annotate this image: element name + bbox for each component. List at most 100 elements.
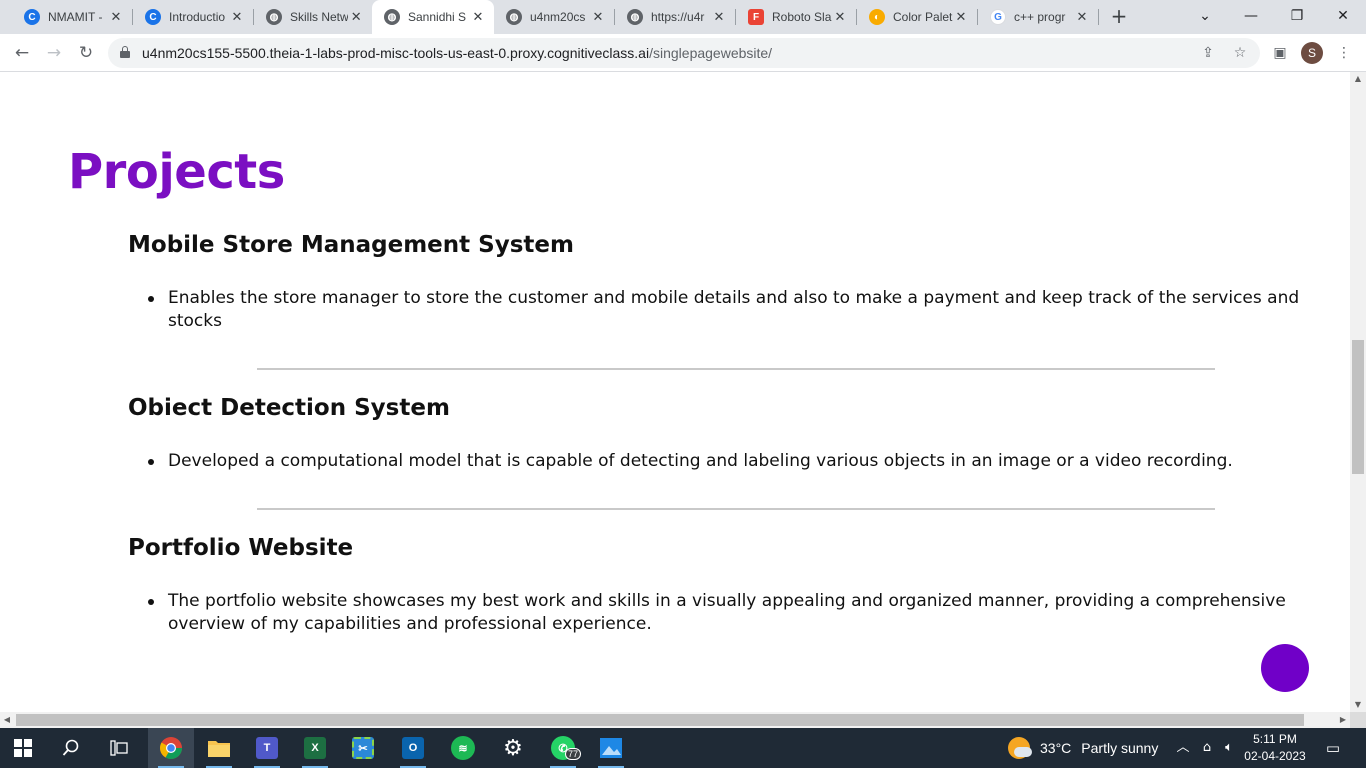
scroll-right-arrow-icon[interactable]: ▶ [1336, 712, 1350, 728]
section-divider [257, 368, 1215, 370]
minimize-button[interactable]: — [1228, 0, 1274, 34]
tab-close-icon[interactable]: ✕ [108, 9, 124, 25]
tab-close-icon[interactable]: ✕ [229, 9, 245, 25]
menu-kebab-icon[interactable]: ⋮ [1334, 43, 1354, 63]
taskbar-chrome[interactable] [148, 728, 194, 768]
url-text[interactable]: u4nm20cs155-5500.theia-1-labs-prod-misc-… [142, 45, 772, 61]
tab-sannidhi-active[interactable]: ◍ Sannidhi S ✕ [372, 0, 494, 34]
taskbar-teams[interactable]: T [244, 728, 290, 768]
tab-strip: C NMAMIT - ✕ C Introductio ✕ ◍ Skills Ne… [0, 0, 1366, 34]
folder-icon [208, 741, 230, 757]
floating-action-button[interactable] [1261, 644, 1309, 692]
windows-taskbar: T X ✂ O ≋ ⚙ ✆ 77 33°C Partly sunny ︿ ⌂ 🔈… [0, 728, 1366, 768]
tab-search-chevron-icon[interactable]: ⌄ [1182, 0, 1228, 34]
tab-close-icon[interactable]: ✕ [1074, 9, 1090, 25]
taskbar-whatsapp[interactable]: ✆ 77 [540, 728, 586, 768]
search-button[interactable] [48, 728, 94, 768]
taskbar-settings[interactable]: ⚙ [490, 728, 536, 768]
scroll-up-arrow-icon[interactable]: ▲ [1350, 72, 1366, 86]
project-description-text: The portfolio website showcases my best … [168, 591, 1286, 634]
tab-close-icon[interactable]: ✕ [470, 9, 486, 25]
tab-label: Color Palet [893, 10, 953, 24]
share-icon[interactable]: ⇪ [1198, 43, 1218, 63]
side-panel-icon[interactable]: ▣ [1270, 43, 1290, 63]
new-tab-button[interactable]: + [1108, 5, 1130, 27]
project-title: Portfolio Website [128, 535, 354, 561]
tab-close-icon[interactable]: ✕ [953, 9, 969, 25]
system-clock[interactable]: 5:11 PM 02-04-2023 [1240, 731, 1310, 765]
settings-gear-icon: ⚙ [503, 735, 523, 761]
horizontal-scroll-thumb[interactable] [16, 714, 1304, 726]
project-title: Obiect Detection System [128, 395, 450, 421]
tab-introduction[interactable]: C Introductio ✕ [133, 0, 253, 34]
outlook-icon: O [402, 737, 424, 759]
forward-button[interactable]: → [40, 39, 68, 67]
tab-label: Sannidhi S [408, 10, 467, 24]
restore-button[interactable]: ❐ [1274, 0, 1320, 34]
taskbar-snipping-tool[interactable]: ✂ [340, 728, 386, 768]
taskbar-photos[interactable] [588, 728, 634, 768]
tab-color-palette[interactable]: ◐ Color Palet ✕ [857, 0, 977, 34]
volume-icon[interactable]: 🔈︎ [1220, 738, 1238, 758]
weather-widget[interactable]: 33°C Partly sunny [1008, 728, 1158, 768]
bullet-icon [148, 459, 154, 465]
lock-icon[interactable] [120, 46, 130, 58]
horizontal-scrollbar[interactable]: ◀ ▶ [0, 712, 1350, 728]
tab-label: Introductio [169, 10, 226, 24]
tab-separator [1098, 9, 1099, 25]
profile-avatar[interactable]: S [1301, 42, 1323, 64]
tab-cpp-program[interactable]: G c++ progr ✕ [978, 0, 1098, 34]
teams-icon: T [256, 737, 278, 759]
chrome-icon [160, 737, 182, 759]
back-button[interactable]: ← [8, 39, 36, 67]
network-icon[interactable]: ⌂ [1198, 738, 1216, 758]
weather-temperature: 33°C [1040, 740, 1072, 756]
project-description: The portfolio website showcases my best … [146, 590, 1326, 636]
task-view-button[interactable] [96, 728, 142, 768]
globe-icon: ◍ [266, 9, 282, 25]
tab-close-icon[interactable]: ✕ [590, 9, 606, 25]
tab-u4nm20cs[interactable]: ◍ u4nm20cs ✕ [494, 0, 614, 34]
globe-icon: ◍ [506, 9, 522, 25]
close-window-button[interactable]: ✕ [1320, 0, 1366, 34]
windows-start-button[interactable] [0, 728, 46, 768]
show-hidden-icons-chevron-icon[interactable]: ︿ [1174, 738, 1192, 758]
project-description: Enables the store manager to store the c… [146, 287, 1326, 333]
clock-date: 02-04-2023 [1244, 749, 1306, 763]
taskbar-outlook[interactable]: O [390, 728, 436, 768]
taskbar-spotify[interactable]: ≋ [440, 728, 486, 768]
page-viewport: Projects Mobile Store Management System … [0, 72, 1350, 712]
taskbar-file-explorer[interactable] [196, 728, 242, 768]
whatsapp-icon: ✆ 77 [551, 736, 582, 760]
tab-close-icon[interactable]: ✕ [832, 9, 848, 25]
address-bar[interactable]: u4nm20cs155-5500.theia-1-labs-prod-misc-… [108, 38, 1260, 68]
page-title: Projects [68, 144, 285, 200]
tab-https[interactable]: ◍ https://u4r ✕ [615, 0, 735, 34]
project-title: Mobile Store Management System [128, 232, 574, 258]
tab-label: Roboto Sla [772, 10, 832, 24]
tab-label: Skills Netw [290, 10, 349, 24]
section-divider [257, 508, 1215, 510]
globe-icon: ◍ [627, 9, 643, 25]
vertical-scrollbar[interactable]: ▲ ▼ [1350, 72, 1366, 712]
scroll-down-arrow-icon[interactable]: ▼ [1350, 698, 1366, 712]
scroll-left-arrow-icon[interactable]: ◀ [0, 712, 14, 728]
taskbar-excel[interactable]: X [292, 728, 338, 768]
tab-close-icon[interactable]: ✕ [711, 9, 727, 25]
snipping-tool-icon: ✂ [352, 737, 374, 759]
tab-skills-network[interactable]: ◍ Skills Netw ✕ [254, 0, 372, 34]
tab-close-icon[interactable]: ✕ [348, 9, 364, 25]
whatsapp-badge: 77 [565, 748, 582, 760]
search-icon [62, 739, 79, 756]
excel-icon: X [304, 737, 326, 759]
bookmark-star-icon[interactable]: ☆ [1230, 43, 1250, 63]
globe-icon: ◍ [384, 9, 400, 25]
notifications-icon[interactable]: ▭ [1324, 738, 1342, 758]
clock-time: 5:11 PM [1253, 732, 1297, 746]
tab-nmamit[interactable]: C NMAMIT - ✕ [12, 0, 132, 34]
task-view-icon [110, 740, 128, 756]
browser-toolbar: ← → ↻ u4nm20cs155-5500.theia-1-labs-prod… [0, 34, 1366, 72]
reload-button[interactable]: ↻ [72, 39, 100, 67]
tab-roboto-slab[interactable]: F Roboto Sla ✕ [736, 0, 856, 34]
vertical-scroll-thumb[interactable] [1352, 340, 1364, 474]
